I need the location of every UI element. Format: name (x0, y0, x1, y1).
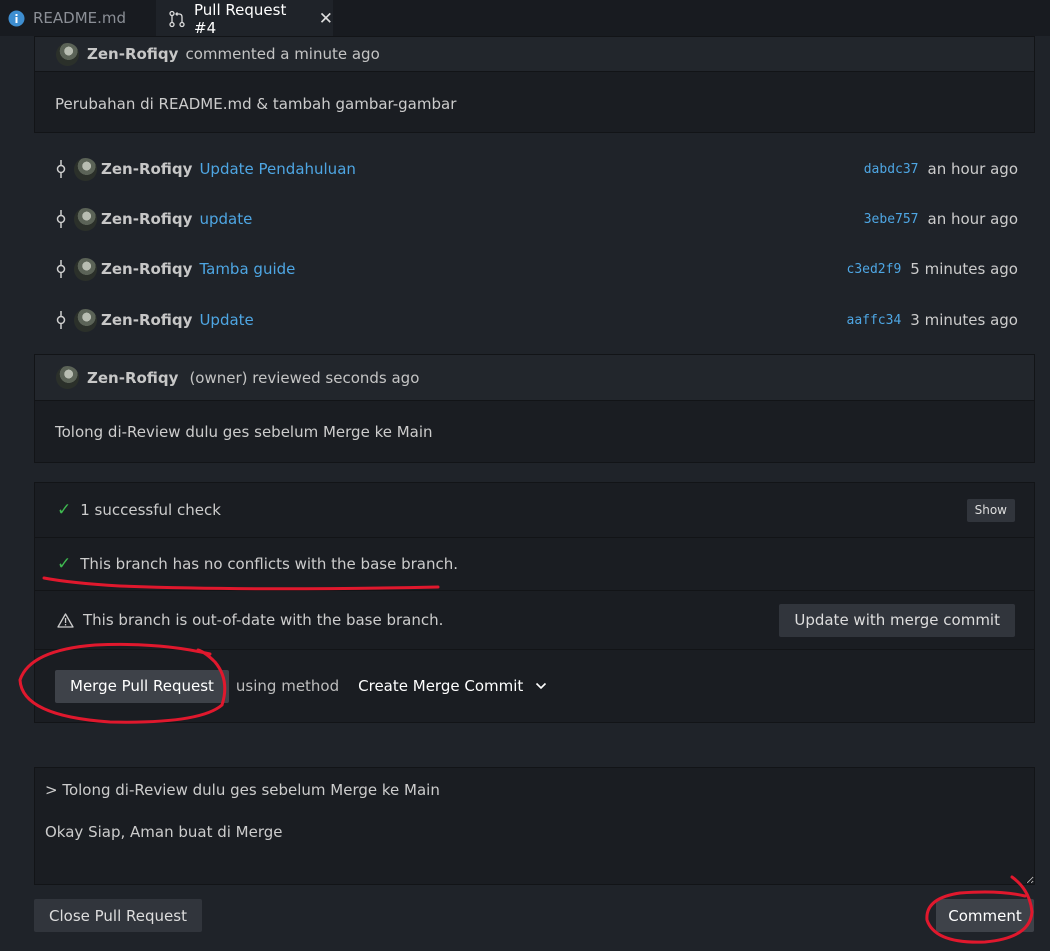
commit-message-link[interactable]: Update Pendahuluan (199, 160, 355, 178)
commit-author[interactable]: Zen-Rofiqy (101, 311, 192, 329)
commit-row: Zen-Rofiqy update 3ebe757 an hour ago (54, 207, 1018, 231)
commit-row: Zen-Rofiqy Tamba guide c3ed2f9 5 minutes… (54, 257, 1018, 281)
commit-author[interactable]: Zen-Rofiqy (101, 160, 192, 178)
commit-row: Zen-Rofiqy Update Pendahuluan dabdc37 an… (54, 157, 1018, 181)
commit-icon (54, 210, 68, 228)
no-conflicts-text: This branch has no conflicts with the ba… (80, 555, 458, 573)
check-icon: ✓ (57, 554, 72, 574)
commit-time: an hour ago (927, 160, 1018, 178)
commit-icon (54, 160, 68, 178)
check-icon: ✓ (57, 500, 72, 520)
comment-body: Perubahan di README.md & tambah gambar-g… (55, 95, 457, 113)
comment-button[interactable]: Comment (936, 899, 1034, 932)
commit-author[interactable]: Zen-Rofiqy (101, 260, 192, 278)
commit-icon (54, 311, 68, 329)
merge-method-select[interactable]: Create Merge Commit (358, 677, 547, 695)
comment-author[interactable]: Zen-Rofiqy (87, 45, 178, 63)
out-of-date-text: This branch is out-of-date with the base… (83, 611, 444, 629)
avatar[interactable] (74, 207, 97, 231)
commit-author[interactable]: Zen-Rofiqy (101, 210, 192, 228)
commit-sha-link[interactable]: aaffc34 (847, 313, 902, 328)
avatar[interactable] (74, 308, 97, 332)
review-author[interactable]: Zen-Rofiqy (87, 369, 178, 387)
pull-request-icon (168, 10, 186, 28)
commit-message-link[interactable]: Update (199, 311, 253, 329)
tab-label: Pull Request #4 (194, 1, 287, 37)
description-comment: Zen-Rofiqy commented a minute ago Peruba… (34, 36, 1035, 133)
comment-header: Zen-Rofiqy commented a minute ago (35, 37, 1034, 72)
tab-label: README.md (33, 9, 127, 27)
chevron-down-icon (535, 682, 547, 690)
info-icon (8, 10, 25, 27)
update-with-merge-commit-button[interactable]: Update with merge commit (779, 603, 1015, 637)
comment-action: commented a minute ago (185, 45, 380, 63)
out-of-date-row: This branch is out-of-date with the base… (35, 591, 1034, 650)
commit-time: 5 minutes ago (910, 260, 1018, 278)
tab-readme[interactable]: README.md (0, 0, 155, 36)
merge-row: Merge Pull Request using method Create M… (35, 650, 1034, 722)
warning-icon (57, 612, 74, 628)
comment-textarea[interactable]: > Tolong di-Review dulu ges sebelum Merg… (34, 767, 1035, 885)
checks-summary: 1 successful check (80, 501, 221, 519)
review-body: Tolong di-Review dulu ges sebelum Merge … (55, 423, 433, 441)
commit-message-link[interactable]: update (199, 210, 252, 228)
avatar[interactable] (56, 42, 79, 66)
commit-time: an hour ago (927, 210, 1018, 228)
no-conflicts-row: ✓ This branch has no conflicts with the … (35, 538, 1034, 591)
avatar[interactable] (56, 366, 79, 389)
commit-sha-link[interactable]: dabdc37 (864, 162, 919, 177)
close-pull-request-button[interactable]: Close Pull Request (34, 899, 202, 932)
merge-status-panel: ✓ 1 successful check Show ✓ This branch … (34, 482, 1035, 723)
commit-sha-link[interactable]: 3ebe757 (864, 212, 919, 227)
review-action: (owner) reviewed seconds ago (189, 368, 420, 387)
review-header: Zen-Rofiqy (owner) reviewed seconds ago (35, 355, 1034, 401)
avatar[interactable] (74, 157, 97, 181)
show-checks-button[interactable]: Show (966, 498, 1015, 522)
commit-row: Zen-Rofiqy Update aaffc34 3 minutes ago (54, 308, 1018, 332)
close-icon[interactable]: ✕ (319, 9, 333, 29)
avatar[interactable] (74, 257, 97, 281)
checks-row: ✓ 1 successful check Show (35, 483, 1034, 538)
editor-tab-bar: README.md Pull Request #4 ✕ (0, 0, 1050, 37)
tab-pull-request[interactable]: Pull Request #4 ✕ (156, 0, 333, 37)
commit-sha-link[interactable]: c3ed2f9 (847, 262, 902, 277)
merge-pull-request-button[interactable]: Merge Pull Request (55, 669, 229, 703)
review-comment: Zen-Rofiqy (owner) reviewed seconds ago … (34, 354, 1035, 463)
using-method-label: using method (235, 677, 340, 695)
commit-icon (54, 260, 68, 278)
commit-message-link[interactable]: Tamba guide (199, 260, 295, 278)
merge-method-value: Create Merge Commit (358, 677, 524, 695)
commit-time: 3 minutes ago (910, 311, 1018, 329)
